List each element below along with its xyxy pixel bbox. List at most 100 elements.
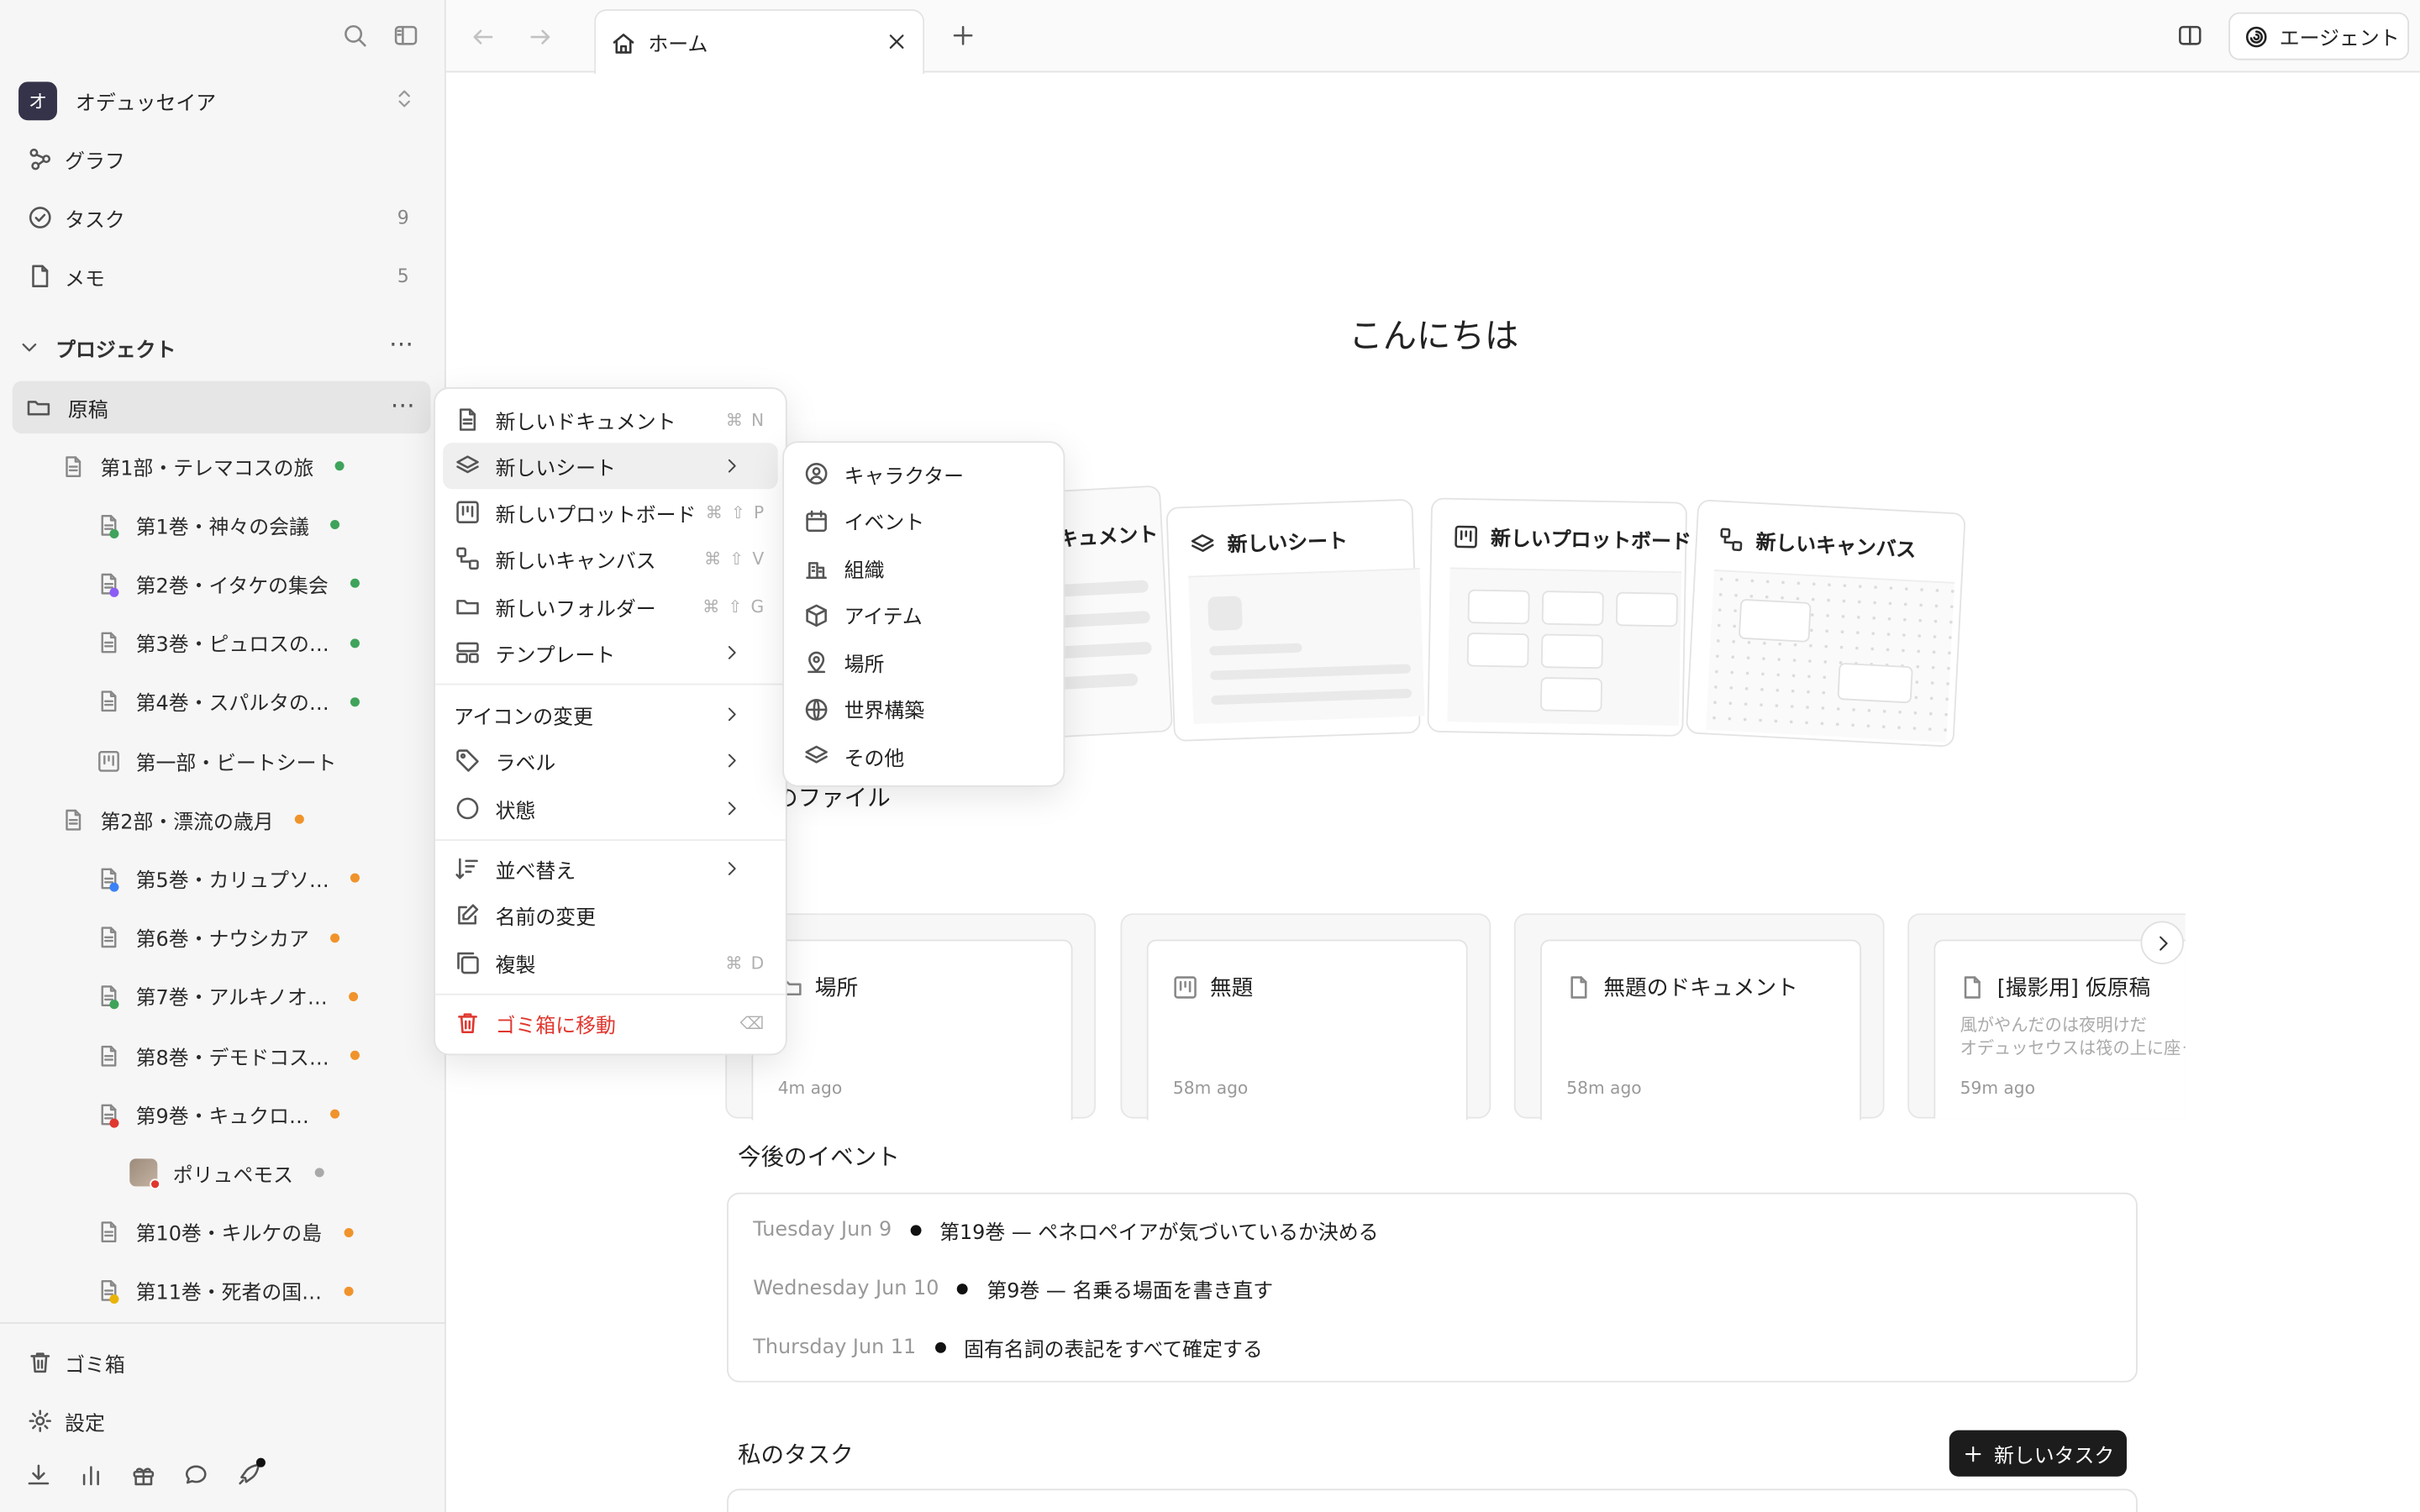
new-tab-icon[interactable] [950,24,975,48]
events-list: Tuesday Jun 9 第19巻 — ペネロペイアが気づいているか決める W… [727,1192,2138,1383]
event-row[interactable]: Tuesday Jun 9 第19巻 — ペネロペイアが気づいているか決める [753,1215,1378,1245]
close-tab-icon[interactable] [886,31,908,53]
menu-item-change-icon[interactable]: アイコンの変更 [443,691,778,738]
document-icon [1960,975,1985,1000]
submenu-item[interactable]: キャラクター [792,450,1055,496]
sidebar-item-settings[interactable]: 設定 [13,1394,431,1446]
submenu-item[interactable]: 組織 [792,544,1055,591]
menu-item-label[interactable]: ラベル [443,738,778,784]
document-icon [61,454,100,478]
menu-item-label: ゴミ箱に移動 [495,1014,616,1038]
menu-item-duplicate[interactable]: 複製 ⌘ D [443,940,778,986]
status-dot [349,991,359,1001]
sidebar-item-label: グラフ [65,150,125,174]
graph-icon [13,146,65,171]
note-icon [13,264,65,288]
event-date: Wednesday Jun 10 [753,1277,939,1301]
tree-item[interactable]: 第9巻・キュクロ… [97,1091,340,1137]
document-icon [97,1279,136,1305]
template-icon [443,640,495,664]
tree-item[interactable]: 第2部・漂流の歳月 [61,796,305,843]
gift-icon[interactable] [131,1462,155,1487]
tree-item[interactable]: 第3巻・ピュロスの… [97,620,360,666]
tree-item[interactable]: 第2巻・イタケの集会 [97,560,360,606]
tree-item-label: 第1巻・神々の会議 [135,516,309,540]
status-dot [295,815,305,825]
tree-item[interactable]: 第5巻・カリュプソ… [97,855,360,901]
shortcut: ⌫ [739,1012,766,1033]
tree-item[interactable]: 第11巻・死者の国… [97,1268,353,1314]
sidebar-item-graph[interactable]: グラフ [13,133,431,185]
tab-home[interactable]: ホーム [594,9,925,75]
submenu-item[interactable]: その他 [792,732,1055,779]
stats-icon[interactable] [79,1462,103,1487]
menu-item-status[interactable]: 状態 [443,785,778,832]
layers-icon [1190,531,1215,556]
split-view-icon[interactable] [2178,24,2202,48]
event-row[interactable]: Wednesday Jun 10 第9巻 — 名乗る場面を書き直す [753,1274,1273,1304]
folder-manuscript[interactable]: 原稿 ⋯ [12,381,431,434]
menu-item-new-plotboard[interactable]: 新しいプロットボード ⌘ ⇧ P [443,489,778,535]
tree-item[interactable]: 第一部・ビートシート [97,738,337,784]
tree-item[interactable]: 第1部・テレマコスの旅 [61,443,345,489]
tree-item[interactable]: 第4巻・スパルタの… [97,679,360,725]
projects-more-icon[interactable]: ⋯ [389,328,415,358]
workspace-switcher[interactable]: オ オデュッセイア [13,74,431,126]
folder-icon [26,395,50,419]
menu-item-new-document[interactable]: 新しいドキュメント ⌘ N [443,396,778,443]
menu-divider [434,993,786,995]
scroll-right-button[interactable] [2140,921,2184,964]
menu-item-rename[interactable]: 名前の変更 [443,892,778,938]
tree-item[interactable]: 第1巻・神々の会議 [97,501,340,548]
menu-item-sort[interactable]: 並べ替え [443,846,778,892]
back-arrow-icon[interactable] [471,24,495,49]
tree-item[interactable]: 第8巻・デモドコス… [97,1032,360,1079]
menu-item-new-folder[interactable]: 新しいフォルダー ⌘ ⇧ G [443,583,778,629]
submenu-item-label: 世界構築 [844,700,925,724]
chat-icon[interactable] [184,1462,208,1487]
projects-header[interactable]: プロジェクト ⋯ [13,323,431,372]
chevron-right-icon [710,705,756,723]
sidebar-item-notes[interactable]: メモ 5 [13,250,431,302]
submenu-item[interactable]: イベント [792,497,1055,543]
tree-item[interactable]: ポリュペモス [129,1150,324,1196]
submenu-item[interactable]: 場所 [792,638,1055,685]
tree-item[interactable]: 第10巻・キルケの島 [97,1209,353,1255]
notes-count: 5 [397,265,409,287]
calendar-icon [792,508,844,533]
create-sheet-card[interactable]: 新しいシート [1165,498,1425,742]
agent-button[interactable]: エージェント [2228,12,2410,60]
recent-file-card[interactable]: 無題のドキュメント 58m ago [1513,913,1885,1121]
forward-arrow-icon[interactable] [528,24,552,49]
sidebar-toggle-icon[interactable] [393,24,418,48]
status-dot [350,874,360,884]
folder-more-icon[interactable]: ⋯ [391,391,415,420]
tree-item[interactable]: 第6巻・ナウシカア [97,914,340,960]
download-icon[interactable] [26,1462,50,1487]
submenu-item[interactable]: 世界構築 [792,685,1055,732]
tree-item-label: 第一部・ビートシート [135,752,337,775]
menu-item-move-to-trash[interactable]: ゴミ箱に移動 ⌫ [443,1000,778,1046]
status-dot [335,461,345,471]
event-row[interactable]: Thursday Jun 11 固有名詞の表記をすべて確定する [753,1333,1262,1362]
menu-item-template[interactable]: テンプレート [443,629,778,675]
menu-item-new-sheet[interactable]: 新しいシート [443,443,778,490]
create-plotboard-card[interactable]: 新しいプロットボード [1427,497,1691,737]
submenu-item[interactable]: アイテム [792,591,1055,638]
sheet-submenu: キャラクター イベント 組織 アイテム 場所世界構築その他 [782,441,1065,787]
search-icon[interactable] [343,24,367,48]
submenu-item-label: その他 [844,747,905,771]
menu-item-new-canvas[interactable]: 新しいキャンバス ⌘ ⇧ V [443,535,778,581]
sidebar-item-trash[interactable]: ゴミ箱 [13,1336,431,1389]
shortcut: ⌘ ⇧ G [702,596,766,617]
rocket-icon[interactable] [236,1457,266,1487]
new-task-button[interactable]: 新しいタスク [1949,1430,2127,1477]
tree-item[interactable]: 第7巻・アルキノオ… [97,974,359,1020]
document-icon [97,572,136,597]
recent-file-card[interactable]: 無題 58m ago [1120,913,1491,1121]
create-canvas-card[interactable]: 新しいキャンバス [1685,499,1966,748]
sidebar-item-tasks[interactable]: タスク 9 [13,192,431,244]
bottom-toolbar [26,1457,266,1487]
tab-label: ホーム [648,34,708,57]
plotboard-icon [97,749,136,773]
